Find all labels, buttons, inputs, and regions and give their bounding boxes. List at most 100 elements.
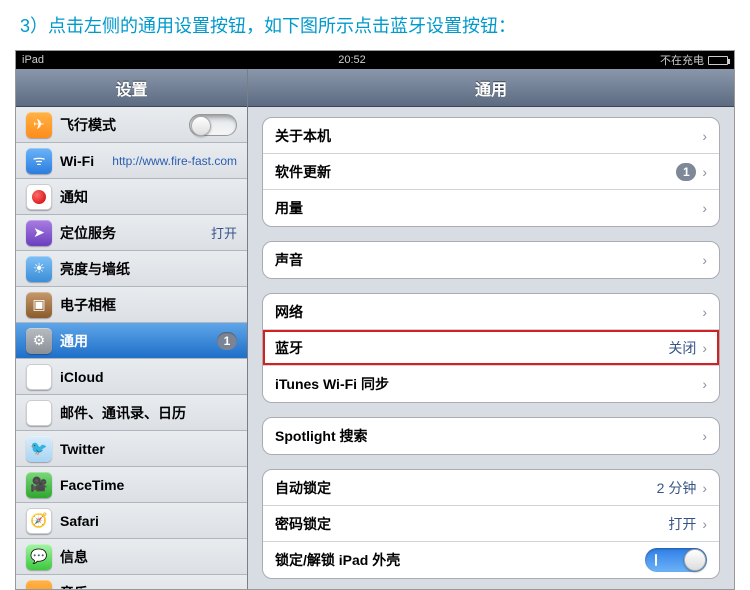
sidebar-item-icon: ✈ <box>26 112 52 138</box>
sidebar-title: 设置 <box>16 69 247 107</box>
settings-row-label: 蓝牙 <box>275 338 668 358</box>
sidebar-item-icon: 🧭 <box>26 508 52 534</box>
sidebar-item-5[interactable]: ▣ 电子相框 <box>16 287 247 323</box>
cover-lock-toggle[interactable] <box>645 548 707 572</box>
ipad-device: iPad 20:52 不在充电 设置 ✈ 飞行模式 ᯤ Wi-Fi http://www… <box>15 50 735 590</box>
sidebar-item-12[interactable]: 💬 信息 <box>16 539 247 575</box>
sidebar-item-label: 通知 <box>60 187 237 207</box>
chevron-right-icon: › <box>702 376 707 392</box>
sidebar-item-label: 飞行模式 <box>60 115 181 135</box>
chevron-right-icon: › <box>702 128 707 144</box>
sidebar-item-icon <box>26 184 52 210</box>
sidebar-item-label: Wi-Fi <box>60 153 104 169</box>
sidebar-item-8[interactable]: ✉ 邮件、通讯录、日历 <box>16 395 247 431</box>
chevron-right-icon: › <box>702 200 707 216</box>
sidebar-item-label: 信息 <box>60 547 237 567</box>
sidebar-item-icon: ➤ <box>26 220 52 246</box>
sidebar-item-badge: 1 <box>217 332 237 350</box>
sidebar-item-icon: ✉ <box>26 400 52 426</box>
sidebar-item-2[interactable]: 通知 <box>16 179 247 215</box>
settings-row-label: iTunes Wi-Fi 同步 <box>275 374 702 394</box>
status-time: 20:52 <box>44 54 660 66</box>
sidebar-item-label: Safari <box>60 513 237 529</box>
airplane-mode-toggle[interactable] <box>189 114 237 136</box>
battery-icon <box>708 56 728 65</box>
sidebar-item-icon: 🎥 <box>26 472 52 498</box>
settings-group: 关于本机›软件更新1›用量› <box>262 117 720 227</box>
sidebar-item-label: 音乐 <box>60 583 237 590</box>
sidebar: 设置 ✈ 飞行模式 ᯤ Wi-Fi http://www.fire-fast.com 通知… <box>16 69 248 589</box>
settings-row[interactable]: 自动锁定2 分钟 › <box>263 470 719 506</box>
settings-row-label: 用量 <box>275 198 702 218</box>
settings-row-label: 自动锁定 <box>275 478 657 498</box>
settings-row-badge: 1 <box>676 163 696 181</box>
settings-row-label: 网络 <box>275 302 702 322</box>
detail-pane: 通用 关于本机›软件更新1›用量›声音›网络›蓝牙关闭›iTunes Wi-Fi… <box>248 69 734 589</box>
instruction-caption: 3）点击左侧的通用设置按钮，如下图所示点击蓝牙设置按钮： <box>0 0 750 50</box>
settings-row-label: 声音 <box>275 250 702 270</box>
sidebar-item-0[interactable]: ✈ 飞行模式 <box>16 107 247 143</box>
sidebar-item-label: 亮度与墙纸 <box>60 259 237 279</box>
status-bar: iPad 20:52 不在充电 <box>16 51 734 69</box>
settings-row-value: 关闭 <box>668 338 696 358</box>
sidebar-list[interactable]: ✈ 飞行模式 ᯤ Wi-Fi http://www.fire-fast.com 通知 ➤ 定位… <box>16 107 247 589</box>
settings-row[interactable]: 密码锁定打开 › <box>263 506 719 542</box>
settings-row-value: 打开 <box>668 514 696 534</box>
settings-row-label: 关于本机 <box>275 126 702 146</box>
sidebar-item-4[interactable]: ☀ 亮度与墙纸 <box>16 251 247 287</box>
sidebar-item-icon: ♫ <box>26 580 52 590</box>
chevron-right-icon: › <box>702 516 707 532</box>
settings-row[interactable]: 软件更新1 › <box>263 154 719 190</box>
sidebar-item-7[interactable]: ☁ iCloud <box>16 359 247 395</box>
chevron-right-icon: › <box>702 252 707 268</box>
settings-group: 自动锁定2 分钟 › 密码锁定打开 › 锁定/解锁 iPad 外壳 <box>262 469 720 579</box>
sidebar-item-1[interactable]: ᯤ Wi-Fi http://www.fire-fast.com <box>16 143 247 179</box>
sidebar-item-3[interactable]: ➤ 定位服务打开 <box>16 215 247 251</box>
sidebar-item-icon: ☀ <box>26 256 52 282</box>
settings-row[interactable]: iTunes Wi-Fi 同步› <box>263 366 719 402</box>
chevron-right-icon: › <box>702 164 707 180</box>
sidebar-item-label: 邮件、通讯录、日历 <box>60 403 237 423</box>
settings-row[interactable]: 关于本机› <box>263 118 719 154</box>
sidebar-item-11[interactable]: 🧭 Safari <box>16 503 247 539</box>
chevron-right-icon: › <box>702 340 707 356</box>
settings-row[interactable]: 用量› <box>263 190 719 226</box>
settings-row-value: 2 分钟 <box>657 478 697 498</box>
device-label: iPad <box>22 54 44 66</box>
sidebar-item-label: iCloud <box>60 369 237 385</box>
sidebar-item-label: FaceTime <box>60 477 237 493</box>
chevron-right-icon: › <box>702 480 707 496</box>
chevron-right-icon: › <box>702 428 707 444</box>
settings-row[interactable]: Spotlight 搜索› <box>263 418 719 454</box>
sidebar-item-10[interactable]: 🎥 FaceTime <box>16 467 247 503</box>
settings-row-label: 密码锁定 <box>275 514 668 534</box>
settings-row[interactable]: 网络› <box>263 294 719 330</box>
detail-scroll[interactable]: 关于本机›软件更新1›用量›声音›网络›蓝牙关闭›iTunes Wi-Fi 同步… <box>248 107 734 589</box>
sidebar-item-icon: ☁ <box>26 364 52 390</box>
sidebar-item-icon: 🐦 <box>26 436 52 462</box>
settings-group: 网络›蓝牙关闭›iTunes Wi-Fi 同步› <box>262 293 720 403</box>
settings-row[interactable]: 锁定/解锁 iPad 外壳 <box>263 542 719 578</box>
sidebar-item-icon: ▣ <box>26 292 52 318</box>
settings-row-label: 锁定/解锁 iPad 外壳 <box>275 550 645 570</box>
sidebar-item-9[interactable]: 🐦 Twitter <box>16 431 247 467</box>
bluetooth-row[interactable]: 蓝牙关闭 › <box>263 330 719 366</box>
settings-group: Spotlight 搜索› <box>262 417 720 455</box>
sidebar-item-label: 电子相框 <box>60 295 237 315</box>
sidebar-item-label: 定位服务 <box>60 223 203 243</box>
sidebar-item-icon: 💬 <box>26 544 52 570</box>
sidebar-item-6[interactable]: ⚙ 通用 1 <box>16 323 247 359</box>
sidebar-item-label: 通用 <box>60 331 209 351</box>
chevron-right-icon: › <box>702 304 707 320</box>
sidebar-item-value: 打开 <box>211 223 237 242</box>
battery-status-text: 不在充电 <box>660 52 704 68</box>
sidebar-item-icon: ᯤ <box>26 148 52 174</box>
detail-title: 通用 <box>248 69 734 107</box>
sidebar-item-13[interactable]: ♫ 音乐 <box>16 575 247 589</box>
settings-row[interactable]: 声音› <box>263 242 719 278</box>
sidebar-item-icon: ⚙ <box>26 328 52 354</box>
sidebar-item-label: Twitter <box>60 441 237 457</box>
sidebar-item-link: http://www.fire-fast.com <box>112 154 237 168</box>
settings-row-label: 软件更新 <box>275 162 676 182</box>
settings-row-label: Spotlight 搜索 <box>275 426 702 446</box>
